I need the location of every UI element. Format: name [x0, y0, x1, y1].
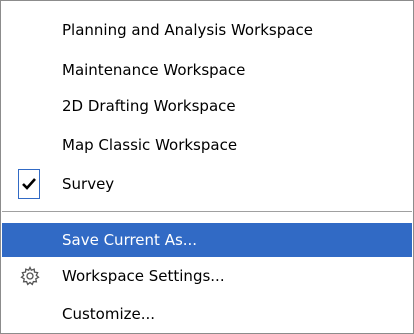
menu-item-label: Save Current As...: [62, 231, 198, 249]
menu-item-map-classic-workspace[interactable]: Map Classic Workspace: [2, 128, 412, 162]
menu-item-label: Workspace Settings...: [62, 267, 225, 285]
menu-item-customize[interactable]: Customize...: [2, 297, 412, 331]
menu-item-2d-drafting-workspace[interactable]: 2D Drafting Workspace: [2, 89, 412, 123]
menu-item-planning-analysis-workspace[interactable]: Planning and Analysis Workspace: [2, 13, 412, 47]
menu-item-label: Customize...: [62, 305, 156, 323]
menu-item-label: Survey: [62, 175, 115, 193]
menu-separator: [2, 211, 412, 212]
menu-item-save-current-as[interactable]: Save Current As...: [2, 223, 412, 257]
workspace-menu: Planning and Analysis Workspace Maintena…: [0, 0, 414, 334]
menu-item-label: Planning and Analysis Workspace: [62, 21, 313, 39]
menu-item-label: 2D Drafting Workspace: [62, 97, 236, 115]
menu-item-label: Maintenance Workspace: [62, 61, 246, 79]
menu-item-survey[interactable]: Survey: [2, 167, 412, 201]
menu-item-label: Map Classic Workspace: [62, 136, 238, 154]
menu-item-maintenance-workspace[interactable]: Maintenance Workspace: [2, 53, 412, 87]
gear-icon: [20, 266, 40, 286]
check-icon: [22, 178, 36, 190]
check-box: [18, 169, 40, 199]
menu-item-workspace-settings[interactable]: Workspace Settings...: [2, 259, 412, 293]
